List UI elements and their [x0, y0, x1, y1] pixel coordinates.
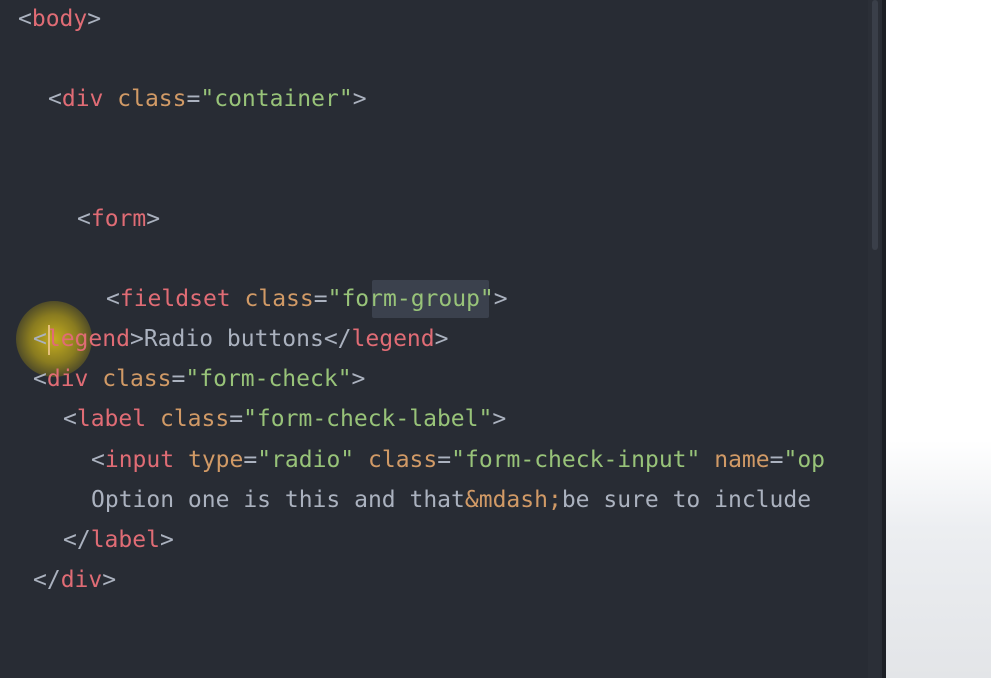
token-string: "form-check-input" [451, 447, 701, 473]
code-line-2[interactable]: <div class="container"> [48, 82, 367, 116]
token-punct: = [186, 86, 201, 112]
code-line-5[interactable]: <legend>Radio buttons</legend> [33, 322, 448, 356]
token-punct: < [91, 447, 105, 473]
token-punct: < [48, 86, 62, 112]
token-punct: < [63, 406, 77, 432]
token-punct: > [493, 286, 508, 312]
token-attr: class [368, 447, 438, 473]
token-punct: > [146, 206, 161, 232]
scrollbar-thumb[interactable] [872, 0, 878, 250]
token-punct: < [33, 326, 47, 352]
token-string: "op [783, 447, 826, 473]
token-string: "form-group" [327, 286, 494, 312]
token-punct: > [87, 6, 102, 32]
code-line-7[interactable]: <label class="form-check-label"> [63, 402, 506, 436]
token-punct: </ [323, 326, 352, 352]
token-punct: = [229, 406, 244, 432]
code-line-4[interactable]: <fieldset class="form-group"> [106, 282, 508, 316]
token-tag: legend [46, 326, 130, 352]
token-punct: < [18, 6, 32, 32]
token-punct: > [129, 326, 144, 352]
token-attr: class [102, 366, 172, 392]
token-string: "form-check-label" [243, 406, 493, 432]
code-line-9[interactable]: Option one is this and that&mdash;be sur… [91, 483, 811, 517]
token-punct: = [437, 447, 452, 473]
token-string: "container" [200, 86, 353, 112]
token-text: be sure to include [561, 487, 812, 513]
code-line-10[interactable]: </label> [63, 523, 174, 557]
token-punct: > [351, 366, 366, 392]
token-punct: > [102, 567, 117, 593]
token-punct: </ [33, 567, 61, 593]
token-tag: div [46, 366, 89, 392]
code-line-3[interactable]: <form> [77, 202, 160, 236]
token-tag: fieldset [119, 286, 231, 312]
token-punct: > [492, 406, 507, 432]
screen: <body> <div class="container"> <form> <f… [0, 0, 991, 678]
token-punct: < [77, 206, 91, 232]
token-tag: label [90, 527, 160, 553]
preview-panel [886, 0, 991, 678]
token-tag: div [60, 567, 103, 593]
token-tag: div [61, 86, 104, 112]
token-punct: < [106, 286, 120, 312]
token-punct: = [171, 366, 186, 392]
token-punct: </ [63, 527, 91, 553]
token-punct: = [243, 447, 258, 473]
token-tag: label [76, 406, 147, 432]
code-editor[interactable]: <body> <div class="container"> <form> <f… [0, 0, 882, 678]
token-punct: > [352, 86, 367, 112]
token-punct: = [313, 286, 328, 312]
token-attr: name [714, 447, 770, 473]
token-tag: input [104, 447, 175, 473]
token-punct: > [434, 326, 449, 352]
token-attr: class [159, 406, 230, 432]
token-tag: form [90, 206, 147, 232]
text-cursor [48, 325, 50, 355]
token-string: "radio" [257, 447, 355, 473]
token-punct: < [33, 366, 47, 392]
code-line-6[interactable]: <div class="form-check"> [33, 362, 365, 396]
token-text: Radio buttons [143, 326, 324, 352]
code-line-1[interactable]: <body> [18, 2, 101, 36]
token-punct: > [159, 527, 174, 553]
code-line-8[interactable]: <input type="radio" class="form-check-in… [91, 443, 825, 477]
token-punct: = [769, 447, 784, 473]
token-tag: body [31, 6, 88, 32]
token-attr: type [187, 447, 244, 473]
token-attr: class [117, 86, 187, 112]
token-entity: &mdash; [464, 487, 562, 513]
token-string: "form-check" [185, 366, 352, 392]
token-attr: class [244, 286, 314, 312]
token-tag: legend [351, 326, 435, 352]
code-line-11[interactable]: </div> [33, 563, 116, 597]
token-text: Option one is this and that [91, 487, 465, 513]
